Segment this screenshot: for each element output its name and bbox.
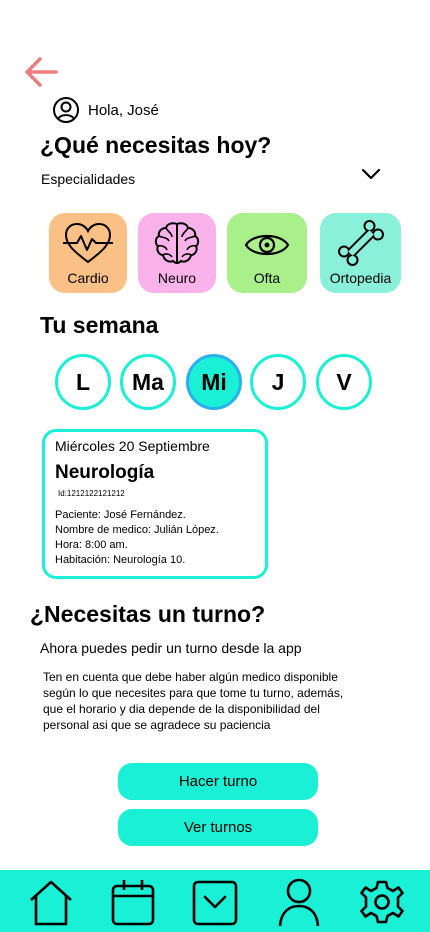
brain-icon (154, 222, 200, 265)
appointment-doctor: Nombre de medico: Julián López. (55, 524, 219, 536)
category-ofta[interactable]: Ofta (227, 213, 307, 293)
category-neuro[interactable]: Neuro (138, 213, 216, 293)
bottom-nav (0, 870, 430, 932)
appointment-card[interactable]: Miércoles 20 Septiembre Neurología Id:12… (42, 429, 268, 579)
category-ortopedia[interactable]: Ortopedia (320, 213, 401, 293)
specialties-label: Especialidades (41, 171, 136, 187)
appointment-id: Id:1212122121212 (58, 489, 125, 498)
day-mi[interactable]: Mi (186, 354, 242, 410)
turn-title: ¿Necesitas un turno? (30, 601, 266, 627)
calendar-icon[interactable] (109, 876, 157, 928)
inbox-icon[interactable] (191, 876, 239, 928)
turn-description: Ten en cuenta que debe haber algún medic… (43, 670, 344, 732)
home-icon[interactable] (27, 876, 75, 928)
greeting-text: Hola, José (88, 101, 159, 119)
turn-subtitle: Ahora puedes pedir un turno desde la app (40, 640, 302, 656)
category-label: Ofta (253, 270, 281, 286)
day-j[interactable]: J (250, 354, 306, 410)
page-title: ¿Qué necesitas hoy? (40, 132, 272, 158)
back-arrow-icon[interactable] (22, 54, 60, 90)
category-label: Neuro (157, 270, 197, 286)
view-turns-button[interactable]: Ver turnos (118, 809, 318, 846)
day-l[interactable]: L (55, 354, 111, 410)
week-title: Tu semana (40, 312, 159, 338)
chevron-down-icon[interactable] (359, 163, 383, 185)
greeting: Hola, José (52, 96, 159, 124)
day-ma[interactable]: Ma (120, 354, 176, 410)
category-cardio[interactable]: Cardio (49, 213, 127, 293)
eye-icon (244, 234, 290, 256)
user-icon[interactable] (275, 876, 323, 928)
appointment-specialty: Neurología (55, 462, 155, 483)
category-label: Cardio (67, 270, 109, 286)
make-turn-button[interactable]: Hacer turno (118, 763, 318, 800)
category-label: Ortopedia (329, 270, 392, 286)
appointment-time: Hora: 8:00 am. (55, 539, 128, 551)
appointment-patient: Paciente: José Fernández. (55, 509, 186, 521)
appointment-room: Habitación: Neurología 10. (55, 554, 186, 566)
bone-icon (337, 220, 384, 266)
day-v[interactable]: V (316, 354, 372, 410)
heart-pulse-icon (63, 222, 113, 264)
appointment-date: Miércoles 20 Septiembre (55, 438, 210, 454)
settings-icon[interactable] (358, 876, 406, 928)
user-avatar-icon (53, 97, 79, 123)
